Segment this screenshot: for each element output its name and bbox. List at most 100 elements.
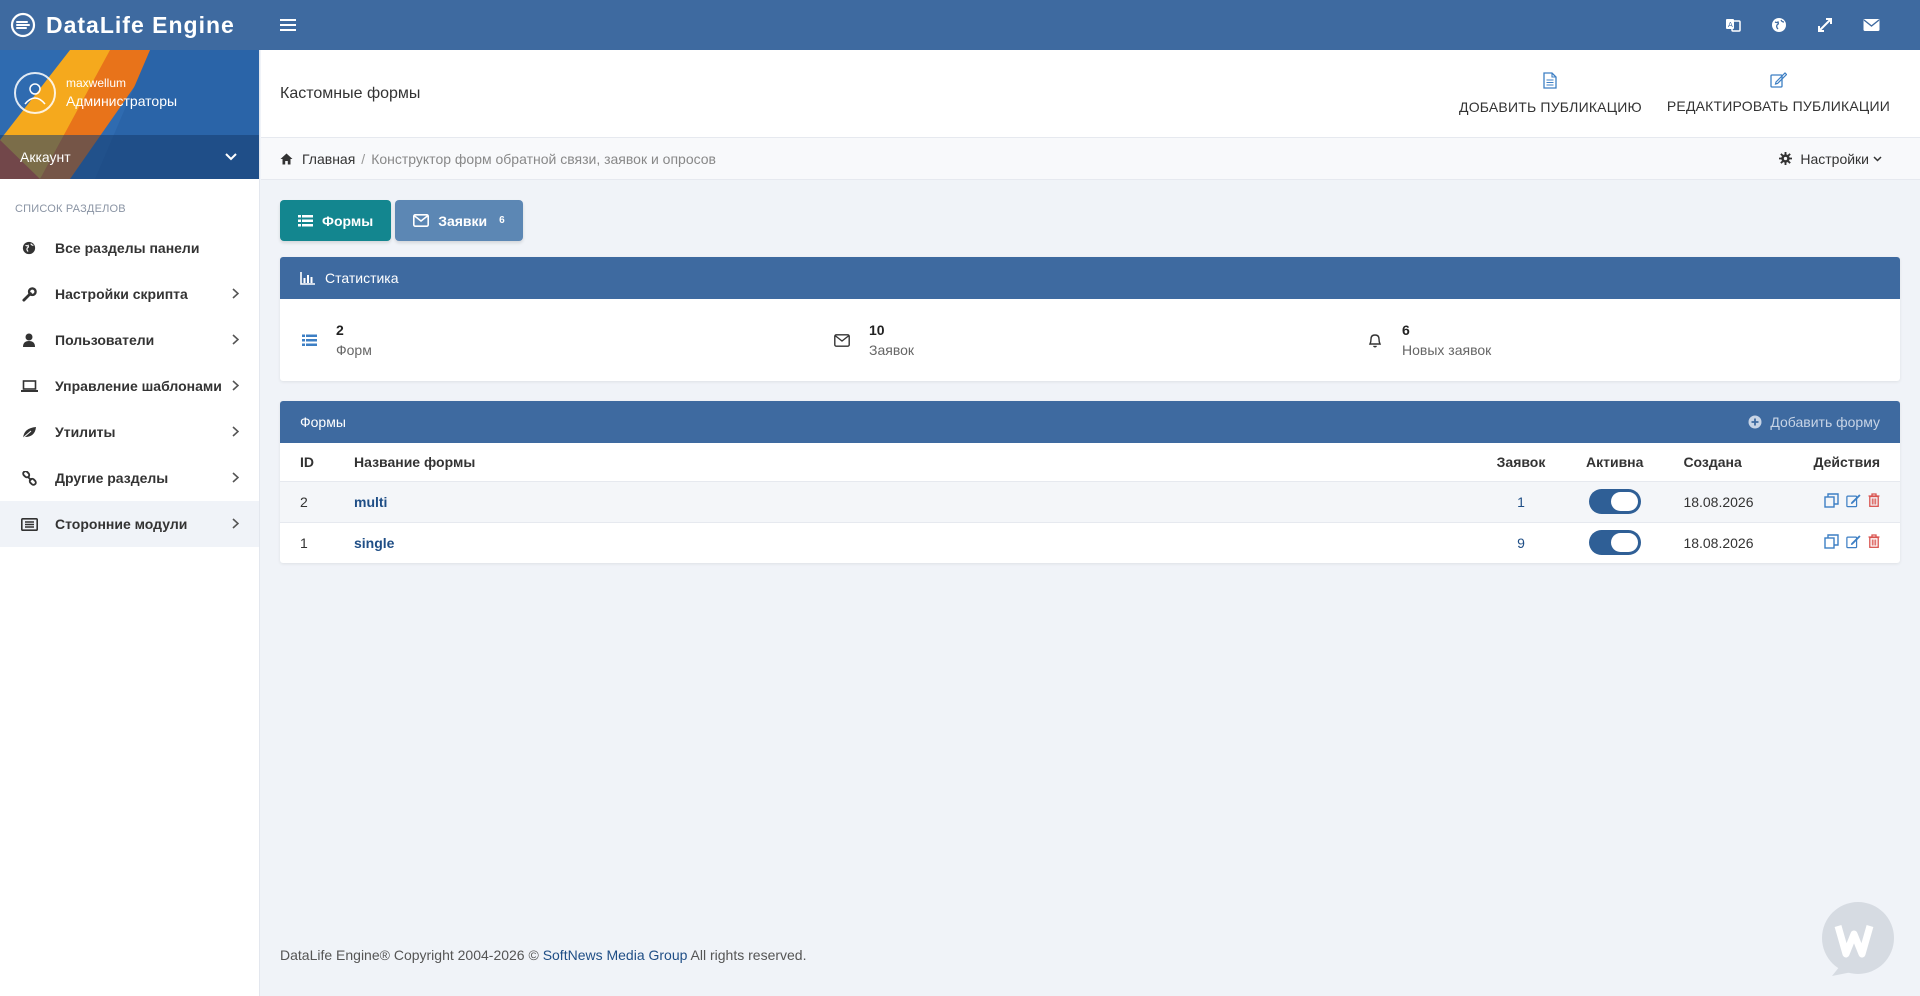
cell-id: 2	[280, 480, 334, 522]
footer-copyright: DataLife Engine® Copyright 2004-2026 ©	[280, 947, 539, 963]
chevron-down-icon	[225, 153, 237, 161]
cell-created: 18.08.2026	[1663, 521, 1794, 563]
chevron-right-icon	[232, 424, 240, 440]
table-row: 2 multi 1 18.08.2026	[280, 480, 1900, 522]
stat-forms-value: 2	[336, 322, 344, 338]
add-publication-label: ДОБАВИТЬ ПУБЛИКАЦИЮ	[1459, 99, 1642, 115]
language-button[interactable]: A	[1710, 0, 1756, 50]
header-actions: ДОБАВИТЬ ПУБЛИКАЦИЮ РЕДАКТИРОВАТЬ ПУБЛИК…	[1434, 72, 1890, 115]
sidebar-item-third-party-modules[interactable]: Сторонние модули	[0, 501, 259, 547]
page-header: Кастомные формы ДОБАВИТЬ ПУБЛИКАЦИЮ РЕДА…	[261, 50, 1920, 138]
active-toggle[interactable]	[1588, 489, 1641, 514]
column-header-created: Создана	[1683, 453, 1742, 470]
globe-icon	[1772, 18, 1786, 32]
page-title: Кастомные формы	[280, 85, 421, 102]
edit-button[interactable]	[1846, 534, 1861, 549]
mail-icon	[1863, 19, 1879, 31]
delete-button[interactable]	[1868, 534, 1880, 549]
document-icon	[1543, 72, 1558, 89]
site-button[interactable]	[1756, 0, 1802, 50]
translate-icon: A	[1726, 19, 1741, 32]
stats-panel: Статистика 2 Форм 10 Заявок 6 Новых заяв…	[280, 257, 1900, 381]
forms-tab-button[interactable]: Формы	[280, 200, 392, 241]
profile-user[interactable]: maxwellum Администраторы	[14, 72, 177, 114]
sidebar-item-label: Управление шаблонами	[55, 378, 222, 394]
account-label: Аккаунт	[20, 149, 71, 165]
forms-table: ID Название формы Заявок Активна Создана…	[280, 443, 1900, 563]
bar-chart-icon	[300, 271, 315, 285]
leaf-icon	[20, 423, 38, 441]
chevron-right-icon	[232, 286, 240, 302]
edit-button[interactable]	[1846, 493, 1861, 508]
cell-actions	[1793, 480, 1900, 522]
list-card-icon	[20, 515, 38, 533]
form-requests-link[interactable]: 9	[1517, 535, 1525, 551]
delete-button[interactable]	[1868, 493, 1880, 507]
breadcrumb-home[interactable]: Главная	[280, 151, 355, 167]
fullscreen-button[interactable]	[1802, 0, 1848, 50]
chevron-down-icon	[1873, 155, 1882, 162]
breadcrumb-home-label: Главная	[302, 150, 356, 167]
cell-name: single	[334, 521, 1476, 563]
stat-new-requests-value: 6	[1402, 322, 1410, 338]
active-toggle[interactable]	[1588, 530, 1641, 556]
account-dropdown[interactable]: Аккаунт	[0, 135, 259, 179]
stat-requests: 10 Заявок	[813, 320, 1346, 360]
home-icon	[280, 153, 293, 164]
sidebar-item-script-settings[interactable]: Настройки скрипта	[0, 271, 259, 317]
main-content: Формы Заявки 6 Статистика 2 Форм 10 Заяв…	[280, 200, 1900, 563]
cell-count: 1	[1476, 480, 1566, 522]
stats-title: Статистика	[325, 270, 399, 286]
edit-publications-button[interactable]: РЕДАКТИРОВАТЬ ПУБЛИКАЦИИ	[1667, 72, 1890, 115]
form-requests-link[interactable]: 1	[1517, 494, 1525, 510]
footer-company-link[interactable]: SoftNews Media Group	[543, 947, 688, 963]
column-header-active: Активна	[1586, 453, 1644, 470]
sidebar-item-label: Другие разделы	[55, 470, 169, 486]
stat-forms: 2 Форм	[280, 320, 813, 360]
sidebar-item-other-sections[interactable]: Другие разделы	[0, 455, 259, 501]
column-header-name: Название формы	[354, 453, 476, 470]
sidebar-item-users[interactable]: Пользователи	[0, 317, 259, 363]
gear-icon	[1779, 152, 1793, 165]
form-name-link[interactable]: single	[354, 535, 394, 551]
list-icon	[300, 334, 318, 347]
requests-tab-label: Заявки	[438, 212, 488, 229]
breadcrumb-current: Конструктор форм обратной связи, заявок …	[371, 150, 716, 167]
chevron-right-icon	[232, 332, 240, 348]
link-icon	[20, 469, 38, 487]
user-outline-icon	[24, 83, 46, 105]
wrench-icon	[20, 285, 38, 303]
requests-tab-button[interactable]: Заявки 6	[395, 200, 523, 241]
cell-actions	[1793, 521, 1900, 563]
bell-icon	[1366, 333, 1384, 348]
add-form-button[interactable]: Добавить форму	[1748, 414, 1880, 430]
watermark-logo	[1822, 902, 1894, 976]
sidebar-item-label: Сторонние модули	[55, 516, 188, 532]
settings-dropdown[interactable]: Настройки	[1779, 151, 1882, 167]
sidebar-item-utilities[interactable]: Утилиты	[0, 409, 259, 455]
add-publication-button[interactable]: ДОБАВИТЬ ПУБЛИКАЦИЮ	[1459, 72, 1642, 115]
brand[interactable]: DataLife Engine	[0, 0, 260, 50]
stat-forms-label: Форм	[336, 342, 372, 358]
sidebar-item-all-sections[interactable]: Все разделы панели	[0, 225, 259, 271]
sidebar-section-title: Список разделов	[15, 203, 126, 215]
plus-circle-icon	[1748, 415, 1762, 429]
stat-new-requests-label: Новых заявок	[1402, 342, 1492, 358]
sidebar-item-label: Все разделы панели	[55, 240, 200, 256]
breadcrumb-separator: /	[361, 150, 366, 167]
sidebar-item-templates[interactable]: Управление шаблонами	[0, 363, 259, 409]
menu-toggle-button[interactable]	[276, 13, 300, 37]
copy-button[interactable]	[1824, 492, 1839, 508]
forms-panel-header: Формы Добавить форму	[280, 401, 1900, 443]
dle-logo-icon	[10, 12, 36, 38]
stats-panel-header: Статистика	[280, 257, 1900, 299]
stat-requests-label: Заявок	[869, 342, 915, 358]
edit-icon	[1770, 72, 1787, 88]
requests-count-badge: 6	[499, 215, 505, 226]
messages-button[interactable]	[1848, 0, 1894, 50]
form-name-link[interactable]: multi	[354, 494, 387, 510]
copy-button[interactable]	[1824, 534, 1839, 549]
trash-icon	[1868, 534, 1880, 549]
app-title: DataLife Engine	[46, 11, 235, 38]
laptop-icon	[20, 377, 38, 395]
